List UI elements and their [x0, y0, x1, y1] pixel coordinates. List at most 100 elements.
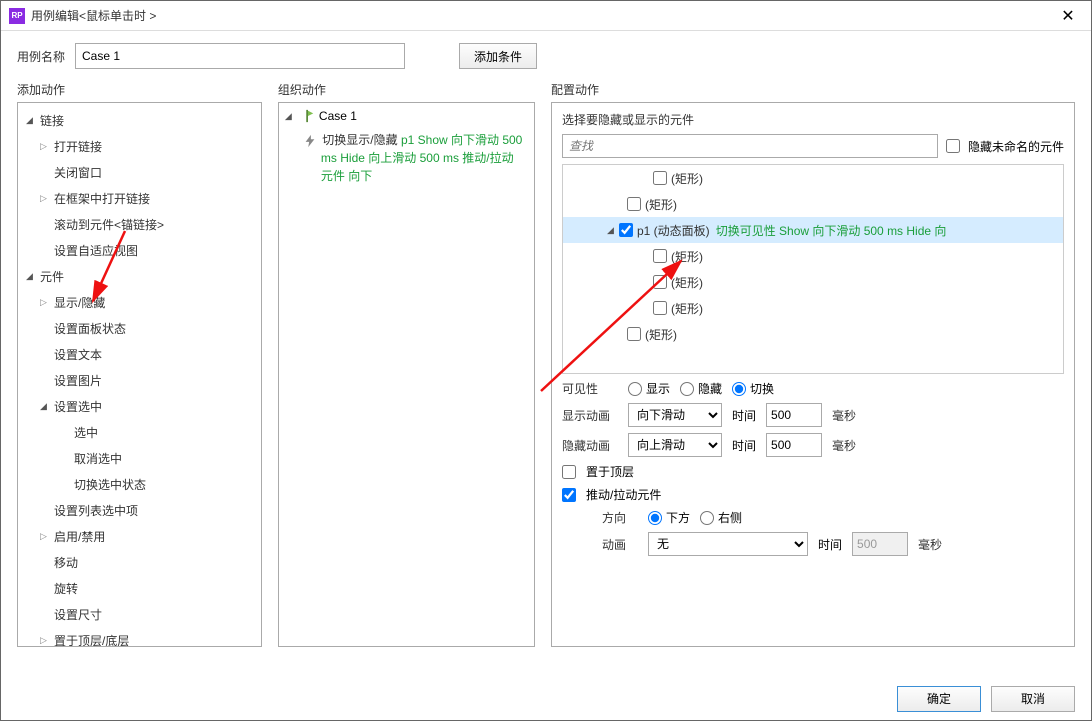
organize-label: 组织动作	[278, 81, 535, 98]
widget-checkbox-p1[interactable]	[619, 223, 633, 237]
push-pull-checkbox[interactable]	[562, 488, 576, 502]
tree-item-set-selected[interactable]: 设置选中	[18, 393, 261, 419]
expand-icon[interactable]	[607, 225, 619, 236]
push-pull-row: 推动/拉动元件	[562, 486, 1064, 503]
tree-item-select[interactable]: 选中	[18, 419, 261, 445]
add-action-column: 添加动作 链接 打开链接 关闭窗口 在框架中打开链接 滚动到元件<锚链接> 设置…	[17, 81, 262, 647]
flag-icon	[301, 109, 315, 123]
bring-top-label: 置于顶层	[586, 463, 634, 480]
ok-button[interactable]: 确定	[897, 686, 981, 712]
push-anim-unit: 毫秒	[918, 536, 942, 553]
hide-anim-label: 隐藏动画	[562, 437, 618, 454]
widget-checkbox[interactable]	[653, 275, 667, 289]
tree-item-set-image[interactable]: 设置图片	[18, 367, 261, 393]
widget-checkbox[interactable]	[653, 249, 667, 263]
hide-anim-unit: 毫秒	[832, 437, 856, 454]
widget-checkbox[interactable]	[653, 171, 667, 185]
widget-row-p1[interactable]: p1 (动态面板) 切换可见性 Show 向下滑动 500 ms Hide 向	[563, 217, 1063, 243]
widget-tree[interactable]: (矩形) (矩形) p1 (动态面板) 切换可见性 Show 向下滑动 500 …	[562, 164, 1064, 374]
widget-row-rect[interactable]: (矩形)	[563, 165, 1063, 191]
bolt-icon	[303, 134, 317, 148]
show-anim-unit: 毫秒	[832, 407, 856, 424]
push-anim-time-input	[852, 532, 908, 556]
organize-panel: Case 1 切换显示/隐藏 p1 Show 向下滑动 500 ms Hide …	[278, 102, 535, 647]
bring-top-row: 置于顶层	[562, 463, 1064, 480]
push-anim-select[interactable]: 无	[648, 532, 808, 556]
hide-anim-select[interactable]: 向上滑动	[628, 433, 722, 457]
action-tree: 链接 打开链接 关闭窗口 在框架中打开链接 滚动到元件<锚链接> 设置自适应视图…	[18, 103, 261, 646]
case-name-row: 用例名称 添加条件	[1, 31, 1091, 77]
action-item[interactable]: 切换显示/隐藏 p1 Show 向下滑动 500 ms Hide 向上滑动 50…	[279, 129, 534, 191]
tree-item-open-in-frame[interactable]: 在框架中打开链接	[18, 185, 261, 211]
widget-row-rect[interactable]: (矩形)	[563, 269, 1063, 295]
hide-anim-row: 隐藏动画 向上滑动 时间 毫秒	[562, 433, 1064, 457]
hide-anim-time-input[interactable]	[766, 433, 822, 457]
case-label: Case 1	[319, 109, 357, 123]
organize-column: 组织动作 Case 1 切换显示/隐藏 p1 Show 向下滑动 500 ms …	[278, 81, 535, 647]
cancel-button[interactable]: 取消	[991, 686, 1075, 712]
add-action-label: 添加动作	[17, 81, 262, 98]
tree-group-links[interactable]: 链接	[18, 107, 261, 133]
action-text-prefix: 切换显示/隐藏	[322, 133, 397, 147]
tree-item-toggle-select[interactable]: 切换选中状态	[18, 471, 261, 497]
widget-checkbox[interactable]	[653, 301, 667, 315]
bring-top-checkbox[interactable]	[562, 465, 576, 479]
tree-item-scroll-anchor[interactable]: 滚动到元件<锚链接>	[18, 211, 261, 237]
push-pull-label: 推动/拉动元件	[586, 486, 661, 503]
tree-item-rotate[interactable]: 旋转	[18, 575, 261, 601]
push-anim-row: 动画 无 时间 毫秒	[582, 532, 1064, 556]
tree-item-close-window[interactable]: 关闭窗口	[18, 159, 261, 185]
add-condition-button[interactable]: 添加条件	[459, 43, 537, 69]
push-anim-label: 动画	[602, 536, 638, 553]
app-icon: RP	[9, 8, 25, 24]
widget-row-rect[interactable]: (矩形)	[563, 243, 1063, 269]
visibility-toggle-radio[interactable]	[732, 382, 746, 396]
tree-item-bring-front[interactable]: 置于顶层/底层	[18, 627, 261, 646]
visibility-label: 可见性	[562, 380, 618, 397]
tree-item-open-link[interactable]: 打开链接	[18, 133, 261, 159]
widget-row-rect[interactable]: (矩形)	[563, 321, 1063, 347]
case-name-input[interactable]	[75, 43, 405, 69]
search-input[interactable]	[562, 134, 938, 158]
push-anim-time-label: 时间	[818, 536, 842, 553]
direction-right-radio[interactable]	[700, 511, 714, 525]
tree-item-adaptive[interactable]: 设置自适应视图	[18, 237, 261, 263]
tree-item-list-selected[interactable]: 设置列表选中项	[18, 497, 261, 523]
show-anim-time-input[interactable]	[766, 403, 822, 427]
visibility-row: 可见性 显示 隐藏 切换	[562, 380, 1064, 397]
configure-title: 选择要隐藏或显示的元件	[562, 111, 1064, 128]
widget-checkbox[interactable]	[627, 197, 641, 211]
widget-label-p1: p1 (动态面板)	[637, 222, 710, 239]
tree-item-enable-disable[interactable]: 启用/禁用	[18, 523, 261, 549]
titlebar: RP 用例编辑<鼠标单击时 > ✕	[1, 1, 1091, 31]
window-title: 用例编辑<鼠标单击时 >	[31, 7, 1053, 24]
visibility-hide-radio[interactable]	[680, 382, 694, 396]
hide-anim-time-label: 时间	[732, 437, 756, 454]
dialog-footer: 确定 取消	[1, 676, 1091, 720]
tree-item-resize[interactable]: 设置尺寸	[18, 601, 261, 627]
case-name-label: 用例名称	[17, 48, 65, 65]
tree-item-move[interactable]: 移动	[18, 549, 261, 575]
close-button[interactable]: ✕	[1053, 6, 1083, 26]
show-anim-label: 显示动画	[562, 407, 618, 424]
hide-unnamed-label: 隐藏未命名的元件	[968, 138, 1064, 155]
widget-desc-p1: 切换可见性 Show 向下滑动 500 ms Hide 向	[716, 222, 947, 239]
widget-row-rect[interactable]: (矩形)	[563, 191, 1063, 217]
tree-item-set-text[interactable]: 设置文本	[18, 341, 261, 367]
hide-unnamed-checkbox[interactable]	[946, 139, 960, 153]
direction-down-radio[interactable]	[648, 511, 662, 525]
tree-item-unselect[interactable]: 取消选中	[18, 445, 261, 471]
show-anim-row: 显示动画 向下滑动 时间 毫秒	[562, 403, 1064, 427]
action-tree-scroll[interactable]: 链接 打开链接 关闭窗口 在框架中打开链接 滚动到元件<锚链接> 设置自适应视图…	[18, 103, 261, 646]
case-row[interactable]: Case 1	[279, 103, 534, 129]
widget-checkbox[interactable]	[627, 327, 641, 341]
show-anim-time-label: 时间	[732, 407, 756, 424]
direction-label: 方向	[602, 509, 638, 526]
show-anim-select[interactable]: 向下滑动	[628, 403, 722, 427]
tree-item-panel-state[interactable]: 设置面板状态	[18, 315, 261, 341]
tree-item-show-hide[interactable]: 显示/隐藏	[18, 289, 261, 315]
configure-column: 配置动作 选择要隐藏或显示的元件 隐藏未命名的元件 (矩形) (矩形) p1 (…	[551, 81, 1075, 647]
widget-row-rect[interactable]: (矩形)	[563, 295, 1063, 321]
tree-group-widgets[interactable]: 元件	[18, 263, 261, 289]
visibility-show-radio[interactable]	[628, 382, 642, 396]
